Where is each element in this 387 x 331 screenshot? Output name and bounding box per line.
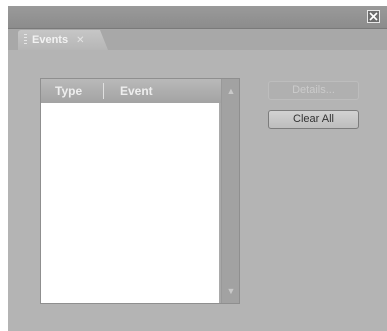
list-header: Type Event — [41, 79, 221, 103]
tab-events[interactable]: Events ✕ — [18, 30, 108, 50]
list-rows-area[interactable] — [41, 103, 219, 303]
column-divider[interactable] — [103, 83, 104, 99]
scroll-down-arrow-icon[interactable]: ▼ — [226, 285, 236, 297]
clear-all-button[interactable]: Clear All — [268, 110, 359, 129]
tab-events-label: Events — [32, 34, 69, 46]
grip-icon[interactable] — [24, 34, 27, 46]
column-header-type[interactable]: Type — [55, 84, 103, 98]
events-list[interactable]: Type Event ▲ ▼ — [40, 78, 240, 304]
list-scrollbar[interactable]: ▲ ▼ — [221, 79, 239, 303]
close-icon[interactable] — [367, 10, 380, 23]
details-button[interactable]: Details... — [268, 81, 359, 100]
tab-close-icon[interactable]: ✕ — [76, 35, 84, 46]
panel-title-strip[interactable] — [8, 6, 387, 29]
scroll-up-arrow-icon[interactable]: ▲ — [226, 85, 236, 97]
column-header-event[interactable]: Event — [120, 84, 153, 98]
